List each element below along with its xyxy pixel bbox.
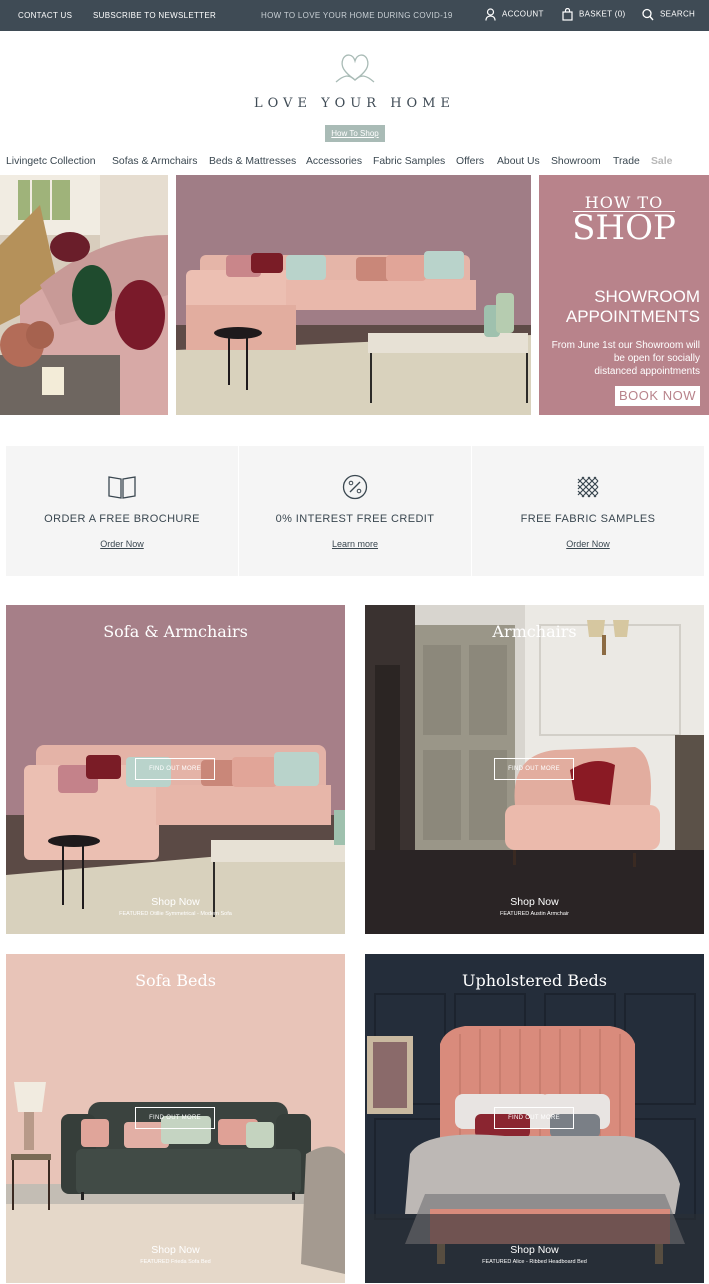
subscribe-newsletter-link[interactable]: SUBSCRIBE TO NEWSLETTER (93, 11, 216, 20)
account-link[interactable]: ACCOUNT (485, 8, 544, 21)
heart-logo-icon (335, 54, 374, 83)
promo-showroom-line1: SHOWROOM (594, 287, 700, 306)
find-out-more-button[interactable]: FIND OUT MORE (494, 758, 574, 780)
find-out-more-button[interactable]: FIND OUT MORE (135, 758, 215, 780)
find-out-more-button[interactable]: FIND OUT MORE (135, 1107, 215, 1129)
nav-offers[interactable]: Offers (456, 156, 484, 167)
hero-illustration-1 (0, 175, 168, 415)
contact-us-link[interactable]: CONTACT US (18, 11, 72, 20)
account-icon (485, 8, 496, 21)
search-link[interactable]: SEARCH (642, 8, 695, 21)
nav-accessories[interactable]: Accessories (306, 156, 362, 167)
main-nav: Livingetc Collection Sofas & Armchairs B… (0, 156, 709, 172)
featured-caption[interactable]: FEATURED Austin Armchair (365, 911, 704, 917)
fabric-icon-wrap (472, 474, 704, 500)
nav-sofas-armchairs[interactable]: Sofas & Armchairs (112, 156, 197, 167)
nav-trade[interactable]: Trade (613, 156, 640, 167)
featured-caption[interactable]: FEATURED Frieda Sofa Bed (6, 1259, 345, 1265)
feature-fabric: FREE FABRIC SAMPLES Order Now (472, 446, 704, 576)
feature-brochure: ORDER A FREE BROCHURE Order Now (6, 446, 238, 576)
category-card-armchairs[interactable]: Armchairs FIND OUT MORE Shop Now FEATURE… (365, 605, 704, 934)
category-card-upholstered-beds[interactable]: Upholstered Beds FIND OUT MORE Shop Now … (365, 954, 704, 1283)
nav-livingetc[interactable]: Livingetc Collection (6, 156, 96, 167)
order-fabric-link[interactable]: Order Now (472, 539, 704, 549)
brand-name: LOVE YOUR HOME (254, 96, 455, 111)
feature-title: 0% INTEREST FREE CREDIT (275, 513, 435, 525)
nav-fabric-samples[interactable]: Fabric Samples (373, 156, 445, 167)
search-label: SEARCH (660, 9, 696, 19)
account-label: ACCOUNT (502, 9, 544, 19)
how-to-shop-button[interactable]: How To Shop (325, 125, 385, 142)
card-title: Sofa & Armchairs (103, 622, 248, 641)
category-card-sofa-armchairs[interactable]: Sofa & Armchairs FIND OUT MORE Shop Now … (6, 605, 345, 934)
nav-about-us[interactable]: About Us (497, 156, 540, 167)
basket-icon (562, 8, 573, 21)
brochure-icon-wrap (6, 474, 238, 500)
promo-body-line3: distanced appointments (594, 366, 700, 377)
nav-sale[interactable]: Sale (651, 156, 672, 167)
card-title: Upholstered Beds (461, 971, 607, 990)
promo-body-line2: be open for socially (613, 353, 700, 364)
hero-illustration-2 (176, 175, 531, 415)
hero-image-corner-sofa[interactable] (176, 175, 531, 415)
learn-more-link[interactable]: Learn more (239, 539, 471, 549)
featured-caption[interactable]: FEATURED Otillie Symmetrical - Modern So… (6, 911, 345, 917)
feature-title: ORDER A FREE BROCHURE (44, 513, 200, 525)
featured-caption[interactable]: FEATURED Alice - Ribbed Headboard Bed (365, 1259, 704, 1265)
category-card-sofa-beds[interactable]: Sofa Beds FIND OUT MORE Shop Now FEATURE… (6, 954, 345, 1283)
shop-now-link[interactable]: Shop Now (6, 896, 345, 908)
hero-image-living-room[interactable] (0, 175, 168, 415)
find-out-more-button[interactable]: FIND OUT MORE (494, 1107, 574, 1129)
basket-link[interactable]: BASKET (0) (562, 8, 625, 21)
feature-credit: 0% INTEREST FREE CREDIT Learn more (239, 446, 471, 576)
promo-body-line1: From June 1st our Showroom will (551, 340, 700, 351)
how-to-shop-promo[interactable]: HOW TO SHOP SHOWROOM APPOINTMENTS From J… (539, 175, 709, 415)
percent-icon (342, 474, 368, 500)
order-brochure-link[interactable]: Order Now (6, 539, 238, 549)
promo-line2: SHOP (572, 208, 676, 248)
book-now-button[interactable]: BOOK NOW (615, 386, 700, 406)
card-title: Sofa Beds (135, 971, 216, 990)
feature-title: FREE FABRIC SAMPLES (520, 513, 656, 525)
site-logo[interactable] (0, 50, 709, 84)
nav-showroom[interactable]: Showroom (551, 156, 601, 167)
search-icon (642, 8, 654, 21)
brochure-icon (108, 476, 136, 499)
promo-showroom-line2: APPOINTMENTS (565, 307, 700, 326)
shop-now-link[interactable]: Shop Now (6, 1244, 345, 1256)
basket-label: BASKET (0) (579, 9, 626, 19)
promo-body: From June 1st our Showroom will be open … (540, 339, 700, 378)
nav-beds-mattresses[interactable]: Beds & Mattresses (209, 156, 296, 167)
top-bar: CONTACT US SUBSCRIBE TO NEWSLETTER HOW T… (0, 0, 709, 31)
covid-link[interactable]: HOW TO LOVE YOUR HOME DURING COVID-19 (261, 11, 453, 20)
fabric-icon (577, 476, 599, 498)
shop-now-link[interactable]: Shop Now (365, 1244, 704, 1256)
shop-now-link[interactable]: Shop Now (365, 896, 704, 908)
card-title: Armchairs (492, 622, 577, 641)
promo-showroom-heading: SHOWROOM APPOINTMENTS (540, 287, 700, 327)
percent-icon-wrap (239, 474, 471, 500)
